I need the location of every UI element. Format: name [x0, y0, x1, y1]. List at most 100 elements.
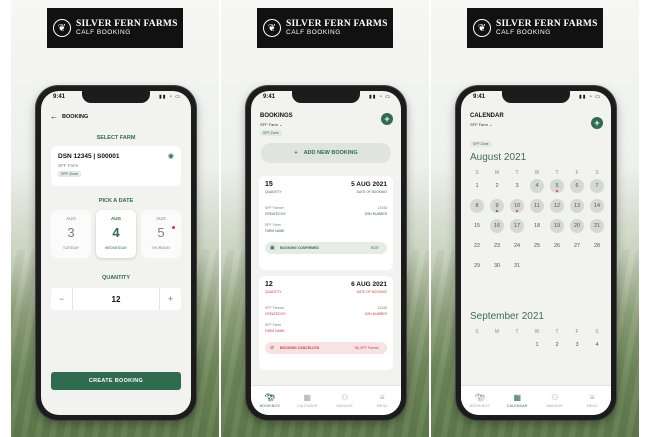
tab-bookings[interactable]: 🐄︎ BOOKINGS — [461, 386, 499, 415]
weekday-header: M — [494, 170, 500, 176]
date-month: AUG — [111, 216, 121, 221]
add-new-booking-button[interactable]: + ADD NEW BOOKING — [261, 143, 391, 163]
calendar-day[interactable]: 23 — [490, 239, 504, 253]
calendar-day[interactable]: 2 — [490, 179, 504, 193]
radio-selected-icon[interactable]: ◉ — [168, 152, 174, 160]
tab-bookings[interactable]: 🐄︎ BOOKINGS — [251, 386, 289, 415]
calendar-day[interactable]: 16 — [490, 219, 504, 233]
tab-calendar[interactable]: ▦ CALENDAR — [289, 386, 327, 415]
booking-card[interactable]: 12 QUANTITY 6 AUG 2021 DATE OF BOOKING S… — [259, 276, 393, 370]
brand-sub: CALF BOOKING — [76, 29, 131, 36]
decrement-button[interactable]: − — [51, 288, 73, 310]
booking-quantity: 15 — [265, 181, 273, 188]
calendar-day[interactable]: 1 — [470, 179, 484, 193]
calendar-day[interactable]: 22 — [470, 239, 484, 253]
back-arrow-icon[interactable]: ← — [50, 112, 58, 121]
calendar-day[interactable]: 4 — [530, 179, 544, 193]
edit-link[interactable]: EDIT — [371, 246, 379, 250]
date-caption: DATE OF BOOKING — [356, 190, 387, 194]
add-new-booking-label: ADD NEW BOOKING — [303, 150, 358, 156]
booking-farmer: SFF Farmer — [265, 306, 284, 310]
farm-dropdown[interactable]: SFF Farm ⌄ — [260, 122, 282, 127]
tab-bar: 🐄︎ BOOKINGS ▦ CALENDAR ⚇ MANAGE ≡ MENU — [251, 385, 401, 415]
tab-menu[interactable]: ≡ MENU — [364, 386, 402, 415]
calendar-day[interactable]: 12 — [550, 199, 564, 213]
date-month: AUG — [66, 216, 76, 221]
calendar-day[interactable]: 18 — [530, 219, 544, 233]
booking-date: 5 AUG 2021 — [351, 181, 387, 188]
booking-card[interactable]: 15 QUANTITY 5 AUG 2021 DATE OF BOOKING S… — [259, 176, 393, 270]
calendar-day[interactable]: 6 — [570, 179, 584, 193]
calendar-day[interactable]: 10 — [510, 199, 524, 213]
add-icon[interactable]: + — [381, 113, 393, 125]
fern-logo-icon: ❦ — [53, 19, 71, 37]
date-day: 4 — [112, 225, 120, 240]
calendar-day[interactable]: 29 — [470, 259, 484, 273]
quantity-value[interactable]: 12 — [73, 288, 159, 310]
calendar-day[interactable]: 15 — [470, 219, 484, 233]
calendar-day[interactable]: 4 — [590, 338, 604, 352]
weekday-header: S — [595, 170, 599, 176]
date-option-selected[interactable]: AUG 4 WEDNESDAY — [96, 210, 136, 258]
weekday-header: M — [494, 329, 500, 335]
created-by-caption: CREATED BY — [265, 312, 286, 316]
weekday-header: W — [534, 329, 540, 335]
tab-label: BOOKINGS — [469, 403, 490, 408]
calendar-day[interactable]: 25 — [530, 239, 544, 253]
calendar-day[interactable]: 7 — [590, 179, 604, 193]
weekday-header: T — [515, 170, 519, 176]
cow-icon: 🐄︎ — [474, 392, 485, 402]
add-icon[interactable]: + — [591, 117, 603, 129]
calendar-day[interactable]: 1 — [530, 338, 544, 352]
brand-banner: ❦ SILVER FERN FARMS CALF BOOKING — [257, 8, 393, 48]
date-option[interactable]: AUG 5 THURSDAY — [141, 210, 181, 258]
screenshot-card-bookings: ❦ SILVER FERN FARMS CALF BOOKING 9:41 ▮▮… — [221, 0, 429, 437]
calendar-day[interactable]: 14 — [590, 199, 604, 213]
calendar-day[interactable]: 9 — [490, 199, 504, 213]
zone-tag: SFF Zone — [58, 171, 81, 177]
increment-button[interactable]: + — [159, 288, 181, 310]
dsn-caption: DSN NUMBER — [364, 212, 387, 216]
chevron-down-icon: ⌄ — [279, 122, 283, 127]
calendar-day[interactable]: 19 — [550, 219, 564, 233]
booking-dot — [556, 190, 558, 192]
calendar-day[interactable]: 21 — [590, 219, 604, 233]
status-time: 9:41 — [473, 94, 486, 100]
farm-dropdown[interactable]: SFF Farm ⌄ — [470, 122, 492, 127]
calendar-day[interactable]: 2 — [550, 338, 564, 352]
date-option[interactable]: AUG 3 TUESDAY — [51, 210, 91, 258]
calendar-day[interactable]: 24 — [510, 239, 524, 253]
farm-dropdown-value: SFF Farm — [470, 122, 488, 127]
farm-name: SFF Farm — [58, 163, 79, 168]
calendar-day[interactable]: 13 — [570, 199, 584, 213]
farm-code: DSN 12345 | S00001 — [58, 153, 120, 160]
calendar-day[interactable]: 3 — [570, 338, 584, 352]
tab-menu[interactable]: ≡ MENU — [574, 386, 612, 415]
calendar-day[interactable]: 5 — [550, 179, 564, 193]
calendar-day[interactable]: 11 — [530, 199, 544, 213]
calendar-day[interactable]: 17 — [510, 219, 524, 233]
menu-icon: ≡ — [589, 392, 595, 402]
brand-name: SILVER FERN FARMS — [286, 19, 388, 29]
page-title: BOOKINGS — [260, 113, 293, 119]
farm-card[interactable]: DSN 12345 | S00001 SFF Farm SFF Zone ◉ — [51, 146, 181, 186]
status-pill-confirmed: ▣ BOOKING CONFIRMED EDIT — [265, 242, 387, 254]
booking-farmer: SFF Farmer — [265, 206, 284, 210]
users-icon: ⚇ — [341, 392, 349, 402]
booked-dot — [172, 226, 175, 229]
calendar-day[interactable]: 8 — [470, 199, 484, 213]
tab-calendar[interactable]: ▦ CALENDAR — [499, 386, 537, 415]
calendar-day[interactable]: 20 — [570, 219, 584, 233]
dsn-caption: DSN NUMBER — [364, 312, 387, 316]
date-weekday: WEDNESDAY — [104, 246, 128, 250]
calendar-day[interactable]: 31 — [510, 259, 524, 273]
tab-manage[interactable]: ⚇ MANAGE — [326, 386, 364, 415]
calendar-day[interactable]: 30 — [490, 259, 504, 273]
tab-manage[interactable]: ⚇ MANAGE — [536, 386, 574, 415]
weekday-header: S — [475, 170, 479, 176]
create-booking-button[interactable]: CREATE BOOKING — [51, 372, 181, 390]
calendar-day[interactable]: 28 — [590, 239, 604, 253]
calendar-day[interactable]: 27 — [570, 239, 584, 253]
calendar-day[interactable]: 3 — [510, 179, 524, 193]
calendar-day[interactable]: 26 — [550, 239, 564, 253]
